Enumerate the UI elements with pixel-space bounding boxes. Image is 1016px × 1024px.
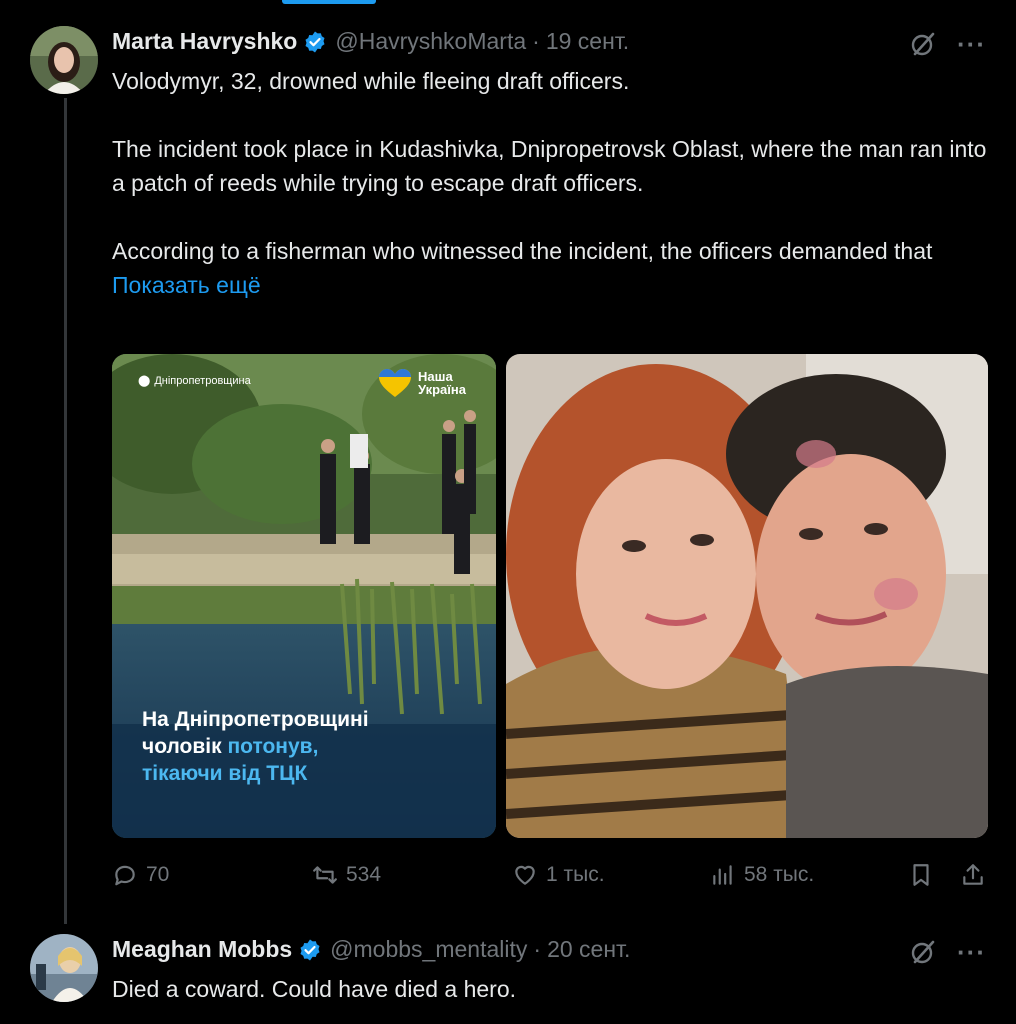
thread-connector-line	[64, 98, 67, 924]
active-tab-indicator	[282, 0, 376, 4]
headline-line: тікаючи від ТЦК	[142, 762, 308, 785]
tweet-header: Meaghan Mobbs @mobbs_mentality · 20 сент…	[112, 936, 630, 963]
like-button[interactable]: 1 тыс.	[512, 862, 605, 888]
news-brand-logo: Наша Україна	[378, 368, 466, 398]
tweet-date[interactable]: 20 сент.	[547, 936, 630, 963]
heart-icon	[515, 865, 535, 885]
brand-line: Україна	[417, 382, 466, 397]
bookmark-button[interactable]	[908, 862, 934, 888]
share-icon	[963, 864, 983, 885]
verified-badge-icon	[300, 939, 320, 960]
avatar-meaghan-image	[30, 934, 98, 1002]
more-options-icon[interactable]: ···	[957, 31, 986, 57]
tweet-header: Marta Havryshko @HavryshkoMarta · 19 сен…	[112, 28, 629, 55]
views-button[interactable]: 58 тыс.	[710, 862, 814, 888]
bookmark-icon	[913, 864, 929, 886]
tweet-paragraph: Died a coward. Could have died a hero.	[112, 976, 517, 1002]
location-pin-icon: ⬤	[138, 375, 151, 387]
verified-badge-icon	[305, 31, 325, 52]
like-count: 1 тыс.	[546, 863, 605, 886]
avatar[interactable]	[30, 26, 98, 94]
location-label: ⬤ Дніпропетровщина	[138, 374, 251, 388]
grok-icon[interactable]	[909, 30, 937, 58]
repost-count: 534	[346, 863, 382, 886]
tweet-top-actions: ···	[909, 938, 986, 966]
location-text: Дніпропетровщина	[154, 374, 251, 387]
views-count: 58 тыс.	[744, 863, 815, 886]
avatar[interactable]	[30, 934, 98, 1002]
tweet-engagement-bar: 70 534 1 тыс. 58 тыс.	[112, 862, 992, 892]
author-handle[interactable]: @HavryshkoMarta	[335, 28, 526, 55]
share-button[interactable]	[960, 862, 986, 888]
headline-segment: чоловік	[142, 735, 228, 758]
tweet-date[interactable]: 19 сент.	[546, 28, 629, 55]
tweet-paragraph: According to a fisherman who witnessed t…	[112, 238, 933, 264]
grok-icon[interactable]	[909, 938, 937, 966]
headline-line: На Дніпропетровщині	[142, 708, 369, 731]
tweet-body: Died a coward. Could have died a hero.	[112, 972, 992, 1006]
repost-icon	[313, 866, 337, 884]
media-couple-photo[interactable]	[506, 354, 988, 838]
views-chart-icon	[713, 865, 732, 885]
tweet-top-actions: ···	[909, 30, 986, 58]
reply-button[interactable]: 70	[112, 862, 169, 888]
repost-button[interactable]: 534	[312, 862, 381, 888]
separator: ·	[533, 936, 542, 962]
reply-icon	[115, 865, 135, 886]
avatar-marta-image	[30, 26, 98, 94]
author-handle[interactable]: @mobbs_mentality	[330, 936, 527, 963]
tweet-paragraph: Volodymyr, 32, drowned while fleeing dra…	[112, 68, 630, 94]
reply-count: 70	[146, 863, 170, 886]
headline-line: чоловік потонув,	[142, 733, 369, 760]
author-name[interactable]: Meaghan Mobbs	[112, 936, 292, 963]
tweet-body: Volodymyr, 32, drowned while fleeing dra…	[112, 64, 992, 302]
couple-selfie-image	[506, 354, 988, 838]
author-name[interactable]: Marta Havryshko	[112, 28, 297, 55]
show-more-link[interactable]: Показать ещё	[112, 268, 992, 302]
headline-highlight: потонув,	[227, 735, 319, 758]
tweet-paragraph: The incident took place in Kudashivka, D…	[112, 136, 987, 196]
media-news-card[interactable]: ⬤ Дніпропетровщина Наша Україна На Дніпр…	[112, 354, 496, 838]
ukraine-heart-icon	[378, 369, 411, 397]
separator: ·	[532, 28, 540, 54]
more-options-icon[interactable]: ···	[957, 939, 986, 965]
news-headline: На Дніпропетровщині чоловік потонув, тік…	[142, 706, 369, 787]
